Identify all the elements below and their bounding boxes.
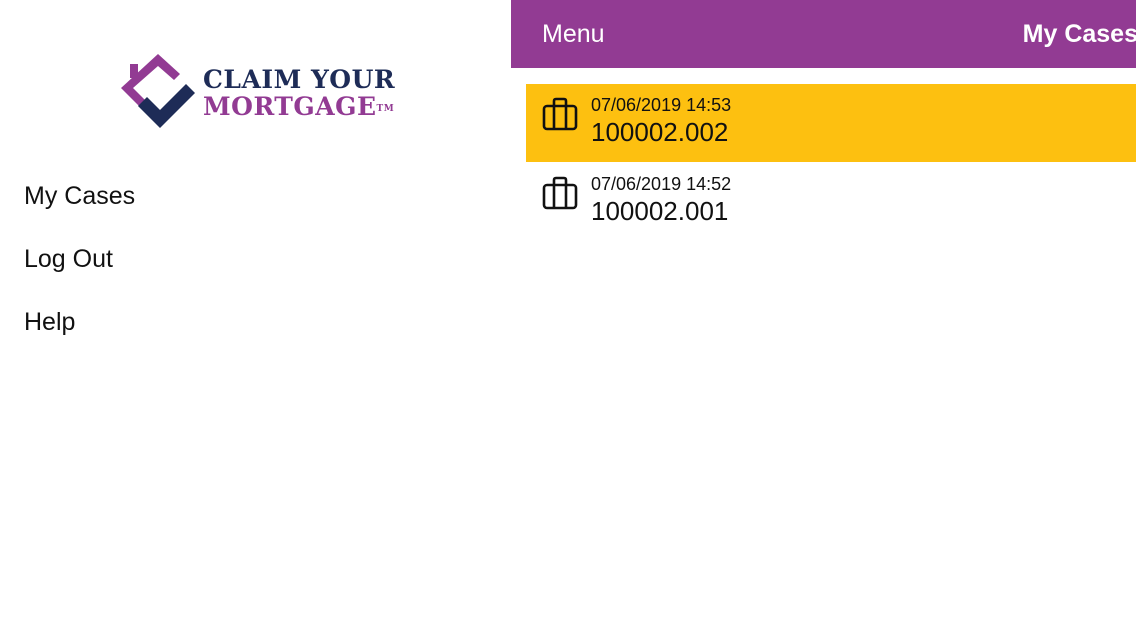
logo-line2-text: MORTGAGE [203,92,377,121]
case-row[interactable]: 07/06/2019 14:53 100002.002 [526,84,1136,162]
page-title: My Cases [1022,20,1136,48]
case-number: 100002.001 [591,196,729,226]
side-menu-list: My Cases Log Out Help [24,176,135,365]
claim-your-mortgage-logo: CLAIM YOUR MORTGAGETM [118,50,408,140]
briefcase-icon [542,176,578,210]
case-date: 07/06/2019 14:52 [591,174,732,194]
menu-item-log-out[interactable]: Log Out [24,239,135,302]
case-date: 07/06/2019 14:53 [591,95,732,115]
main-panel: Menu My Cases 07/06/2019 14:53 100002.00… [511,0,1136,639]
case-number: 100002.002 [591,117,729,147]
logo-line2: MORTGAGETM [203,93,395,120]
navigation-bar: Menu My Cases [511,0,1136,68]
logo-line1: CLAIM YOUR [203,65,396,94]
briefcase-icon [542,97,578,131]
app-window: CLAIM YOUR MORTGAGETM My Cases Log Out H… [0,0,1136,639]
side-menu: CLAIM YOUR MORTGAGETM My Cases Log Out H… [0,0,511,639]
menu-item-help[interactable]: Help [24,302,135,365]
menu-button[interactable]: Menu [542,0,605,68]
house-check-icon [121,54,195,128]
case-list: 07/06/2019 14:53 100002.002 07/06/2019 1… [526,84,1136,242]
case-row[interactable]: 07/06/2019 14:52 100002.001 [526,163,1136,241]
menu-item-my-cases[interactable]: My Cases [24,176,135,239]
logo-trademark: TM [376,104,395,114]
logo-wordmark: CLAIM YOUR MORTGAGETM [203,66,395,120]
